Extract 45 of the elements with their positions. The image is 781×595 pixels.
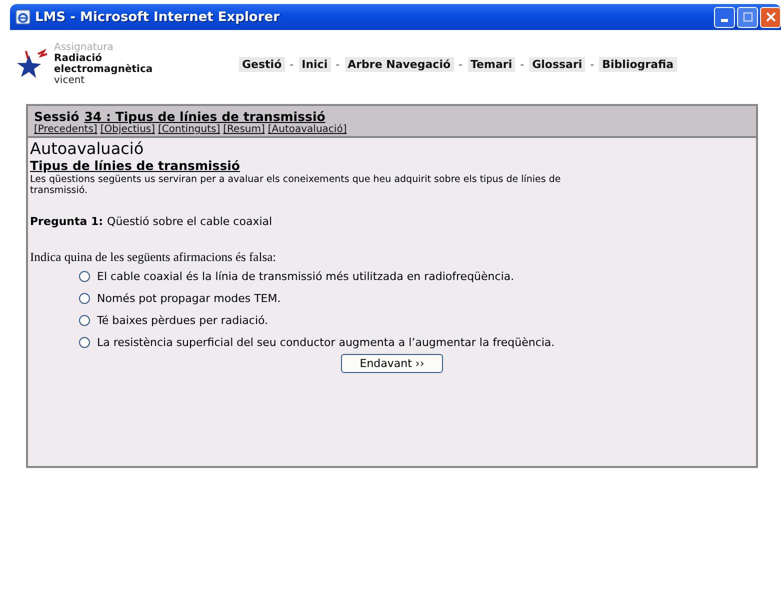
minimize-button[interactable] — [714, 6, 735, 28]
nav-link[interactable]: Bibliografia — [599, 56, 677, 72]
section-link[interactable]: [Autoavaluació] — [268, 124, 347, 135]
browser-icon — [15, 9, 31, 25]
course-caption: Assignatura — [54, 42, 114, 53]
nav-separator: - — [520, 58, 524, 70]
nav-link[interactable]: Gestió — [239, 56, 285, 72]
star-logo-icon — [16, 47, 50, 81]
radio-button[interactable] — [79, 292, 90, 304]
nav-link[interactable]: Temari — [468, 56, 516, 72]
maximize-icon — [742, 12, 752, 22]
option-label[interactable]: Té baixes pèrdues per radiació. — [97, 314, 268, 326]
section-link[interactable]: [Precedents] — [34, 124, 98, 135]
nav-separator: - — [290, 58, 294, 70]
nav-link[interactable]: Arbre Navegació — [344, 56, 454, 72]
close-icon — [766, 12, 776, 22]
option-label[interactable]: El cable coaxial és la línia de transmissió més utilitzada en radiofreqüència. — [97, 270, 514, 282]
section-link[interactable]: [Resum] — [223, 124, 265, 135]
question-prompt: Indica quina de les següents afirmacions és falsa: — [30, 250, 278, 265]
user-name: vicent — [54, 75, 86, 86]
window-title: LMS - Microsoft Internet Explorer — [35, 10, 280, 24]
nav-separator: - — [458, 58, 463, 70]
section-heading: Tipus de línies de transmissió — [30, 158, 242, 173]
session-label: Sessió — [34, 109, 80, 124]
course-name: Radiació electromagnètica — [54, 53, 154, 75]
radio-button[interactable] — [79, 314, 90, 326]
next-button[interactable]: Endavant ›› — [340, 354, 444, 373]
session-link[interactable]: 34 : Tipus de línies de transmissió — [84, 109, 326, 124]
minimize-icon — [721, 19, 728, 22]
nav-link[interactable]: Glossari — [529, 56, 586, 72]
nav-separator: - — [590, 58, 594, 70]
page-heading: Autoavaluació — [30, 140, 145, 158]
maximize-button[interactable] — [737, 6, 758, 28]
close-button[interactable] — [760, 6, 781, 28]
nav-link[interactable]: Inici — [298, 56, 331, 72]
intro-text: Les qüestions següents us serviran per a avaluar els coneixements que heu adquirit sobre els tipus de línies de transmissió. — [30, 174, 562, 196]
section-link[interactable]: [Objectius] — [100, 124, 156, 135]
option-label[interactable]: Només pot propagar modes TEM. — [97, 292, 281, 304]
question-label: Pregunta 1: — [30, 215, 104, 228]
radio-button[interactable] — [79, 270, 90, 282]
radio-button[interactable] — [79, 336, 90, 348]
question-title: Qüestió sobre el cable coaxial — [107, 215, 272, 228]
nav-separator: - — [336, 58, 340, 70]
section-link[interactable]: [Continguts] — [158, 124, 220, 135]
option-label[interactable]: La resistència superficial del seu conductor augmenta a l’augmentar la freqüència. — [97, 336, 555, 348]
